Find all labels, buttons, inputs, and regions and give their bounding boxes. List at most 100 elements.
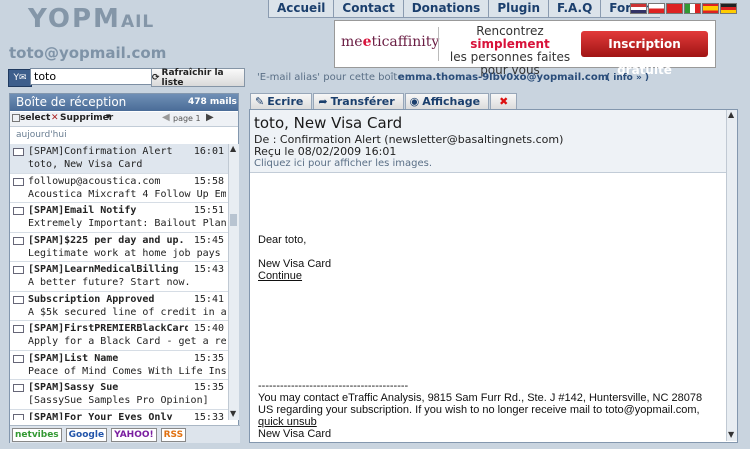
inbox-scrollbar[interactable]: ▲ ▼ bbox=[228, 144, 239, 420]
flag-italy-icon[interactable] bbox=[684, 3, 701, 14]
message-time: 15:51 bbox=[193, 205, 224, 216]
message-row[interactable]: Subscription Approved 15:41 A $5k secured … bbox=[10, 292, 228, 321]
scroll-up-icon[interactable]: ▲ bbox=[230, 144, 236, 153]
language-flags bbox=[630, 3, 737, 14]
message-row[interactable]: [SPAM]$225 per day and up. 15:45 Legitimat… bbox=[10, 233, 228, 262]
message-row[interactable]: [SPAM]List Name 15:35 Peace of Mind Comes … bbox=[10, 351, 228, 380]
select-button[interactable]: select bbox=[20, 113, 50, 123]
message-row[interactable]: [SPAM]Sassy Sue 15:35 [SassySue Samples Pr… bbox=[10, 380, 228, 410]
nav-faq[interactable]: F.A.Q bbox=[548, 0, 600, 17]
scroll-down-icon[interactable]: ▼ bbox=[230, 409, 236, 418]
google-widget[interactable]: Google bbox=[65, 427, 108, 442]
ad-text-line: les personnes faites bbox=[449, 50, 571, 64]
mail-body: Dear toto, New Visa Card Continue ------… bbox=[258, 234, 723, 440]
mail-footer-line: You may contact eTraffic Analysis, 9815 … bbox=[258, 392, 703, 404]
message-subject: Extremely Important: Bailout Plan enclos… bbox=[28, 218, 226, 229]
message-time: 15:33 bbox=[193, 411, 224, 421]
nav-plugin[interactable]: Plugin bbox=[488, 0, 548, 17]
message-sender: [SPAM]Confirmation Alert bbox=[28, 146, 173, 157]
message-list: [SPAM]Confirmation Alert 16:01 toto, New V… bbox=[10, 144, 228, 420]
nav-contact[interactable]: Contact bbox=[333, 0, 402, 17]
ad-brand-part: me bbox=[341, 34, 363, 50]
message-time: 16:01 bbox=[193, 146, 224, 157]
nav-accueil[interactable]: Accueil bbox=[268, 0, 333, 17]
mail-header: toto, New Visa Card De : Confirmation Al… bbox=[250, 110, 726, 173]
scroll-down-icon[interactable]: ▼ bbox=[728, 430, 734, 439]
flag-poland-icon[interactable] bbox=[648, 3, 665, 14]
message-time: 15:35 bbox=[193, 352, 224, 364]
flag-china-icon[interactable] bbox=[666, 3, 683, 14]
message-time: 15:58 bbox=[193, 175, 224, 187]
mail-date: Reçu le 08/02/2009 16:01 bbox=[254, 145, 397, 158]
scroll-up-icon[interactable]: ▲ bbox=[728, 110, 734, 119]
section-date-today: aujourd'hui bbox=[16, 130, 67, 140]
inbox-panel: Boîte de réception 478 mails select ✕ Su… bbox=[9, 93, 240, 443]
mail-footer-line: US regarding your subscription. If you w… bbox=[258, 404, 700, 416]
envelope-icon bbox=[13, 413, 24, 420]
scroll-thumb[interactable] bbox=[230, 214, 237, 226]
netvibes-widget[interactable]: netvibes bbox=[12, 427, 62, 442]
ad-text: Rencontrez simplement les personnes faite… bbox=[445, 25, 575, 77]
message-time: 15:41 bbox=[193, 293, 224, 305]
prev-page-icon[interactable]: ◀ bbox=[162, 112, 170, 123]
unsubscribe-link[interactable]: quick unsub bbox=[258, 416, 723, 428]
ad-cta-button[interactable]: Inscription gratuite bbox=[581, 31, 708, 77]
message-row[interactable]: followup@acoustica.com 15:58 Acoustica Mix… bbox=[10, 174, 228, 203]
tab-delete[interactable]: ✖ bbox=[490, 93, 518, 109]
yopmail-logo: YOPMAIL bbox=[28, 4, 154, 34]
envelope-icon bbox=[13, 266, 24, 274]
alias-input[interactable] bbox=[30, 68, 156, 85]
envelope-icon bbox=[13, 177, 24, 186]
envelope-icon bbox=[13, 295, 24, 304]
mail-spacer bbox=[258, 282, 723, 380]
message-sender: [SPAM]Email Notify bbox=[28, 205, 137, 216]
ad-text-emphasis: simplement bbox=[470, 37, 550, 51]
show-images-link[interactable]: Cliquez ici pour afficher les images. bbox=[254, 158, 432, 169]
ad-banner[interactable]: meeticaffinity Rencontrez simplement les … bbox=[334, 20, 716, 77]
envelope-icon bbox=[13, 325, 24, 333]
message-row[interactable]: [SPAM]FirstPREMIERBlackCard 15:40 Apply fo… bbox=[10, 321, 228, 351]
message-row[interactable]: [SPAM]LearnMedicalBilling 15:43 A better f… bbox=[10, 262, 228, 292]
reading-pane: toto, New Visa Card De : Confirmation Al… bbox=[249, 109, 738, 443]
rss-widget[interactable]: RSS bbox=[160, 427, 187, 442]
envelope-icon bbox=[13, 384, 24, 392]
envelope-icon bbox=[13, 148, 24, 156]
message-row[interactable]: [SPAM]Confirmation Alert 16:01 toto, New V… bbox=[10, 144, 228, 174]
info-link[interactable]: ( info » ) bbox=[606, 73, 649, 83]
flag-germany-icon[interactable] bbox=[720, 3, 737, 14]
delete-mail-icon: ✖ bbox=[499, 95, 509, 108]
message-sender: [SPAM]Sassy Sue bbox=[28, 382, 119, 393]
message-row[interactable]: [SPAM]Email Notify 15:51 Extremely Importa… bbox=[10, 203, 228, 233]
message-sender: Subscription Approved bbox=[28, 293, 155, 305]
message-subject: Acoustica Mixcraft 4 Follow Up Email bbox=[28, 188, 226, 200]
top-navigation: Accueil Contact Donations Plugin F.A.Q F… bbox=[268, 0, 661, 18]
tab-compose[interactable]: ✎ Ecrire bbox=[250, 93, 313, 109]
continue-link[interactable]: Continue bbox=[258, 270, 723, 282]
tab-forward[interactable]: ➦ Transférer bbox=[313, 93, 404, 109]
ad-brand-logo: meeticaffinity bbox=[341, 34, 439, 50]
select-checkbox-icon[interactable] bbox=[12, 114, 20, 122]
inbox-toolbar: select ✕ Supprimer ▾ ◀ page 1 ▶ bbox=[10, 112, 238, 127]
message-subject: [SassySue Samples Pro Opinion] bbox=[28, 395, 209, 406]
mail-spacer bbox=[258, 246, 723, 258]
yopmail-badge-icon: Y✉ bbox=[8, 69, 32, 87]
flag-spain-icon[interactable] bbox=[702, 3, 719, 14]
refresh-button[interactable]: ⟳ Rafraîchir la liste bbox=[151, 68, 245, 88]
message-time: 15:40 bbox=[193, 323, 224, 334]
logo-text-small: AIL bbox=[120, 12, 155, 32]
message-time: 15:43 bbox=[193, 264, 224, 275]
mail-scrollbar[interactable]: ▲ ▼ bbox=[726, 110, 737, 441]
flag-uk-icon[interactable] bbox=[630, 3, 647, 14]
ad-brand-part: ticaffinity bbox=[371, 34, 440, 50]
mail-line: New Visa Card bbox=[258, 258, 332, 270]
tab-display[interactable]: ◉ Affichage bbox=[404, 93, 490, 109]
yahoo-widget[interactable]: YAHOO! bbox=[111, 427, 157, 442]
message-sender: [SPAM]LearnMedicalBilling bbox=[28, 264, 179, 275]
nav-donations[interactable]: Donations bbox=[402, 0, 489, 17]
message-row[interactable]: [SPAM]For Your Eyes Only15:33It happened… bbox=[10, 410, 228, 421]
tab-label: Transférer bbox=[330, 95, 395, 108]
delete-dropdown-icon[interactable]: ▾ bbox=[106, 112, 111, 122]
mail-separator: ----------------------------------------… bbox=[258, 380, 409, 392]
forward-icon: ➦ bbox=[318, 95, 328, 108]
next-page-icon[interactable]: ▶ bbox=[206, 112, 214, 123]
